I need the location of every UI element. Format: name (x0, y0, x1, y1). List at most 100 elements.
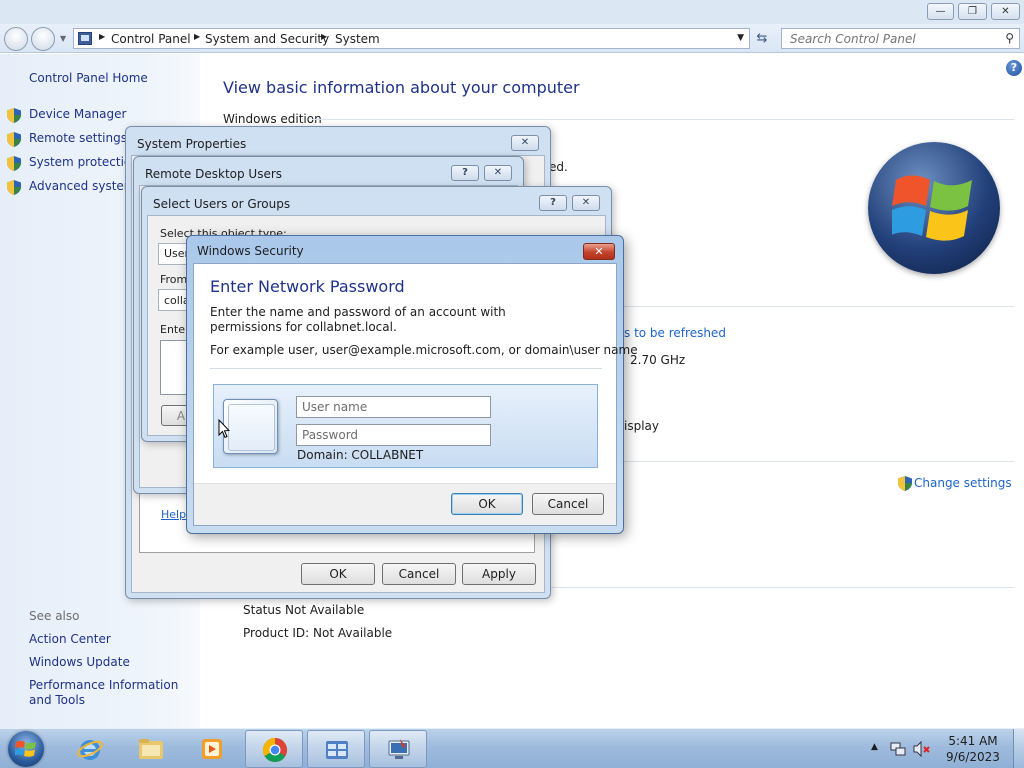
credential-tile: Domain: COLLABNET (213, 384, 598, 468)
system-clock[interactable]: 5:41 AM 9/6/2023 (944, 733, 1002, 765)
dialog-description: Enter the name and password of an accoun… (210, 305, 506, 334)
dialog-title: Remote Desktop Users (145, 167, 283, 181)
action-center-link[interactable]: Action Center (29, 632, 111, 646)
ok-button[interactable]: OK (301, 563, 375, 585)
advanced-system-link[interactable]: Advanced system (29, 179, 135, 193)
close-dialog-button[interactable]: ✕ (511, 135, 539, 151)
separator (210, 368, 602, 369)
apply-button[interactable]: Apply (462, 563, 536, 585)
clock-time: 5:41 AM (948, 734, 998, 748)
search-box[interactable]: ⚲ (781, 28, 1020, 49)
cpu-speed: 2.70 GHz (630, 353, 686, 367)
close-dialog-button[interactable]: ✕ (484, 165, 512, 181)
network-icon[interactable] (890, 741, 906, 757)
breadcrumb-arrow-icon[interactable]: ▶ (194, 32, 200, 41)
edition-text-fragment: ed. (549, 160, 568, 174)
domain-label: Domain: COLLABNET (297, 448, 424, 462)
address-dropdown-icon[interactable]: ▼ (737, 33, 744, 43)
control-panel-home-link[interactable]: Control Panel Home (29, 71, 148, 85)
system-protection-link[interactable]: System protection (29, 155, 139, 169)
page-title: View basic information about your comput… (223, 78, 580, 97)
dialog-title: System Properties (137, 137, 247, 151)
change-settings-link[interactable]: Change settings (914, 476, 1012, 490)
close-dialog-button[interactable]: ✕ (572, 195, 600, 211)
show-desktop-button[interactable] (1013, 729, 1024, 768)
help-link[interactable]: Help (161, 508, 186, 521)
folder-icon (139, 739, 163, 759)
taskbar-media-player[interactable] (183, 730, 241, 768)
start-button[interactable] (8, 731, 44, 767)
clock-date: 9/6/2023 (946, 750, 1000, 764)
see-also-heading: See also (29, 609, 80, 623)
breadcrumb-arrow-icon[interactable]: ▶ (321, 32, 327, 41)
windows-flag-icon (15, 740, 36, 757)
close-dialog-button[interactable]: ✕ (583, 243, 615, 260)
username-example: For example user, user@example.microsoft… (210, 343, 638, 357)
media-player-icon (202, 739, 222, 759)
restore-button[interactable]: ❐ (958, 3, 987, 20)
help-icon[interactable]: ? (1006, 60, 1022, 76)
dialog-heading: Enter Network Password (210, 277, 405, 296)
breadcrumb-control-panel[interactable]: Control Panel (111, 32, 191, 46)
refresh-score-link[interactable]: s to be refreshed (624, 326, 726, 340)
close-icon: ✕ (1001, 6, 1010, 17)
back-button[interactable] (4, 27, 28, 51)
minimize-icon: — (935, 6, 946, 17)
remote-desktop-icon (388, 739, 410, 759)
taskbar-windows-explorer[interactable] (122, 730, 180, 768)
cancel-button[interactable]: Cancel (382, 563, 456, 585)
section-divider (620, 306, 1014, 307)
performance-info-link[interactable]: Performance Information and Tools (29, 678, 194, 708)
chrome-icon (262, 738, 288, 763)
dialog-title: Select Users or Groups (153, 197, 291, 211)
taskbar-chrome[interactable] (245, 730, 303, 768)
forward-button[interactable] (31, 27, 55, 51)
cancel-button[interactable]: Cancel (532, 493, 604, 515)
shield-icon (7, 108, 21, 123)
windows-flag-icon (892, 175, 972, 241)
help-button[interactable]: ? (451, 165, 479, 181)
from-label: From (160, 273, 188, 286)
internet-explorer-icon (77, 740, 103, 760)
ok-button[interactable]: OK (451, 493, 523, 515)
address-bar[interactable]: ▶ Control Panel ▶ System and Security ▶ … (73, 28, 750, 49)
dialog-footer: OK Cancel (194, 483, 616, 525)
volume-muted-icon[interactable] (913, 741, 931, 757)
breadcrumb-system[interactable]: System (335, 32, 380, 46)
password-input[interactable] (296, 424, 491, 446)
dialog-title: Windows Security (197, 244, 304, 258)
show-hidden-icons-icon[interactable]: ▲ (871, 742, 878, 752)
section-divider (551, 587, 1014, 588)
username-input[interactable] (296, 396, 491, 418)
restore-icon: ❐ (968, 6, 977, 17)
dialog-body: Enter Network Password Enter the name an… (193, 263, 638, 526)
shield-icon (7, 156, 21, 171)
breadcrumb-arrow-icon[interactable]: ▶ (99, 32, 105, 41)
minimize-button[interactable]: — (927, 3, 954, 20)
search-icon[interactable]: ⚲ (1005, 31, 1014, 45)
control-panel-icon (78, 32, 92, 45)
close-window-button[interactable]: ✕ (991, 3, 1020, 20)
refresh-icon[interactable]: ⇆ (752, 30, 772, 48)
recent-pages-dropdown-icon[interactable]: ▼ (60, 34, 66, 43)
breadcrumb-system-security[interactable]: System and Security (205, 32, 329, 46)
search-input[interactable] (782, 29, 992, 48)
device-manager-link[interactable]: Device Manager (29, 107, 126, 121)
section-divider (624, 461, 1014, 462)
shield-icon (7, 180, 21, 195)
control-panel-icon (326, 741, 348, 759)
shield-icon (7, 132, 21, 147)
address-toolbar: ▼ ▶ Control Panel ▶ System and Security … (0, 24, 1024, 53)
mouse-cursor-icon (218, 419, 230, 439)
display-text-fragment: isplay (624, 419, 659, 433)
taskbar-remote-desktop[interactable] (369, 730, 427, 768)
help-button[interactable]: ? (539, 195, 567, 211)
shield-icon (898, 476, 912, 491)
taskbar-internet-explorer[interactable] (61, 730, 119, 768)
windows-update-link[interactable]: Windows Update (29, 655, 130, 669)
windows-security-dialog: Windows Security ✕ Enter Network Passwor… (186, 235, 638, 534)
user-tile-icon (223, 399, 278, 454)
taskbar-control-panel[interactable] (307, 730, 365, 768)
taskbar: ▲ (0, 728, 1024, 768)
remote-settings-link[interactable]: Remote settings (29, 131, 127, 145)
